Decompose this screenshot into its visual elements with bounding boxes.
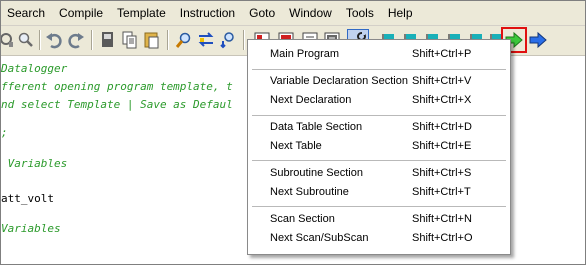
code-line: nd select Template | Save as Defaul: [1, 98, 233, 111]
find-button[interactable]: [173, 29, 195, 51]
replace-icon: [1, 33, 13, 47]
copy-button[interactable]: [119, 29, 141, 51]
menu-separator: [252, 69, 506, 70]
menu-window[interactable]: Window: [282, 3, 339, 23]
menu-item-next-scan-subscan[interactable]: Next Scan/SubScan Shift+Ctrl+O: [248, 229, 510, 247]
menu-item-main-program[interactable]: Main Program Shift+Ctrl+P: [248, 45, 510, 63]
menu-item-scan-section[interactable]: Scan Section Shift+Ctrl+N: [248, 210, 510, 228]
redo-button[interactable]: [65, 29, 87, 51]
app-window: Search Compile Template Instruction Goto…: [0, 0, 586, 265]
undo-button[interactable]: [43, 29, 65, 51]
menu-item-next-subroutine[interactable]: Next Subroutine Shift+Ctrl+T: [248, 183, 510, 201]
code-line: att_volt: [1, 192, 54, 205]
menu-separator: [252, 115, 506, 116]
find-next-button[interactable]: [217, 29, 239, 51]
find-tool-button[interactable]: [15, 29, 37, 51]
menu-item-variable-declaration-section[interactable]: Variable Declaration Section Shift+Ctrl+…: [248, 72, 510, 90]
menu-template[interactable]: Template: [110, 3, 173, 23]
find-icon: [175, 32, 191, 48]
menu-item-next-declaration[interactable]: Next Declaration Shift+Ctrl+X: [248, 91, 510, 109]
previous-bookmark-button[interactable]: [527, 29, 549, 51]
menu-item-subroutine-section[interactable]: Subroutine Section Shift+Ctrl+S: [248, 164, 510, 182]
code-line: Datalogger: [1, 62, 68, 75]
menu-item-next-table[interactable]: Next Table Shift+Ctrl+E: [248, 137, 510, 155]
menu-help[interactable]: Help: [381, 3, 420, 23]
paste-icon: [144, 32, 159, 49]
previous-blue-arrow-icon: [529, 31, 547, 49]
menu-separator: [252, 160, 506, 161]
menu-bar: Search Compile Template Instruction Goto…: [1, 1, 585, 26]
find-replace-icon: [198, 32, 214, 47]
menu-item-data-table-section[interactable]: Data Table Section Shift+Ctrl+D: [248, 118, 510, 136]
code-line: Variables: [1, 222, 61, 235]
menu-goto[interactable]: Goto: [242, 3, 282, 23]
paste-button[interactable]: [141, 29, 163, 51]
redo-icon: [68, 33, 84, 49]
code-line: ;: [1, 126, 8, 139]
menu-instruction[interactable]: Instruction: [173, 3, 242, 23]
menu-separator: [252, 206, 506, 207]
menu-compile[interactable]: Compile: [52, 3, 110, 23]
menu-search[interactable]: Search: [1, 3, 52, 23]
magnifier-icon: [18, 32, 33, 47]
undo-icon: [46, 33, 62, 49]
goto-dropdown-menu: Main Program Shift+Ctrl+P Variable Decla…: [247, 39, 511, 255]
cut-icon: [102, 32, 113, 47]
cut-button[interactable]: [97, 29, 119, 51]
copy-icon: [122, 31, 137, 49]
find-replace-button[interactable]: [195, 29, 217, 51]
code-line: Variables: [1, 157, 68, 170]
find-next-icon: [220, 32, 234, 49]
code-line: fferent opening program template, t: [1, 80, 233, 93]
menu-tools[interactable]: Tools: [339, 3, 381, 23]
